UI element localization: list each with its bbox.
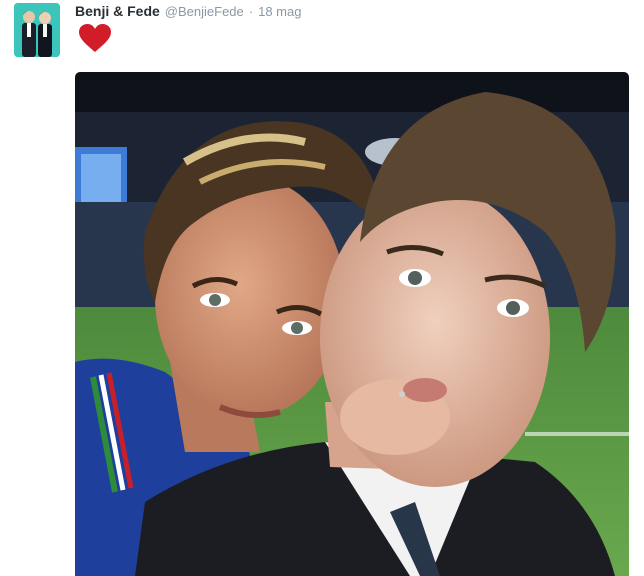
author-handle[interactable]: @BenjieFede [165,4,244,19]
tweet-timestamp[interactable]: 18 mag [258,4,301,19]
meta-separator: · [248,4,254,19]
selfie-photo [75,72,629,576]
tweet: Benji & Fede @BenjieFede · 18 mag [0,0,644,576]
tweet-header: Benji & Fede @BenjieFede · 18 mag [75,3,301,23]
tweet-media-photo[interactable] [75,72,629,576]
heart-emoji-icon [77,22,113,54]
avatar-image [14,3,60,57]
author-name[interactable]: Benji & Fede [75,3,160,19]
author-avatar[interactable] [14,3,60,57]
